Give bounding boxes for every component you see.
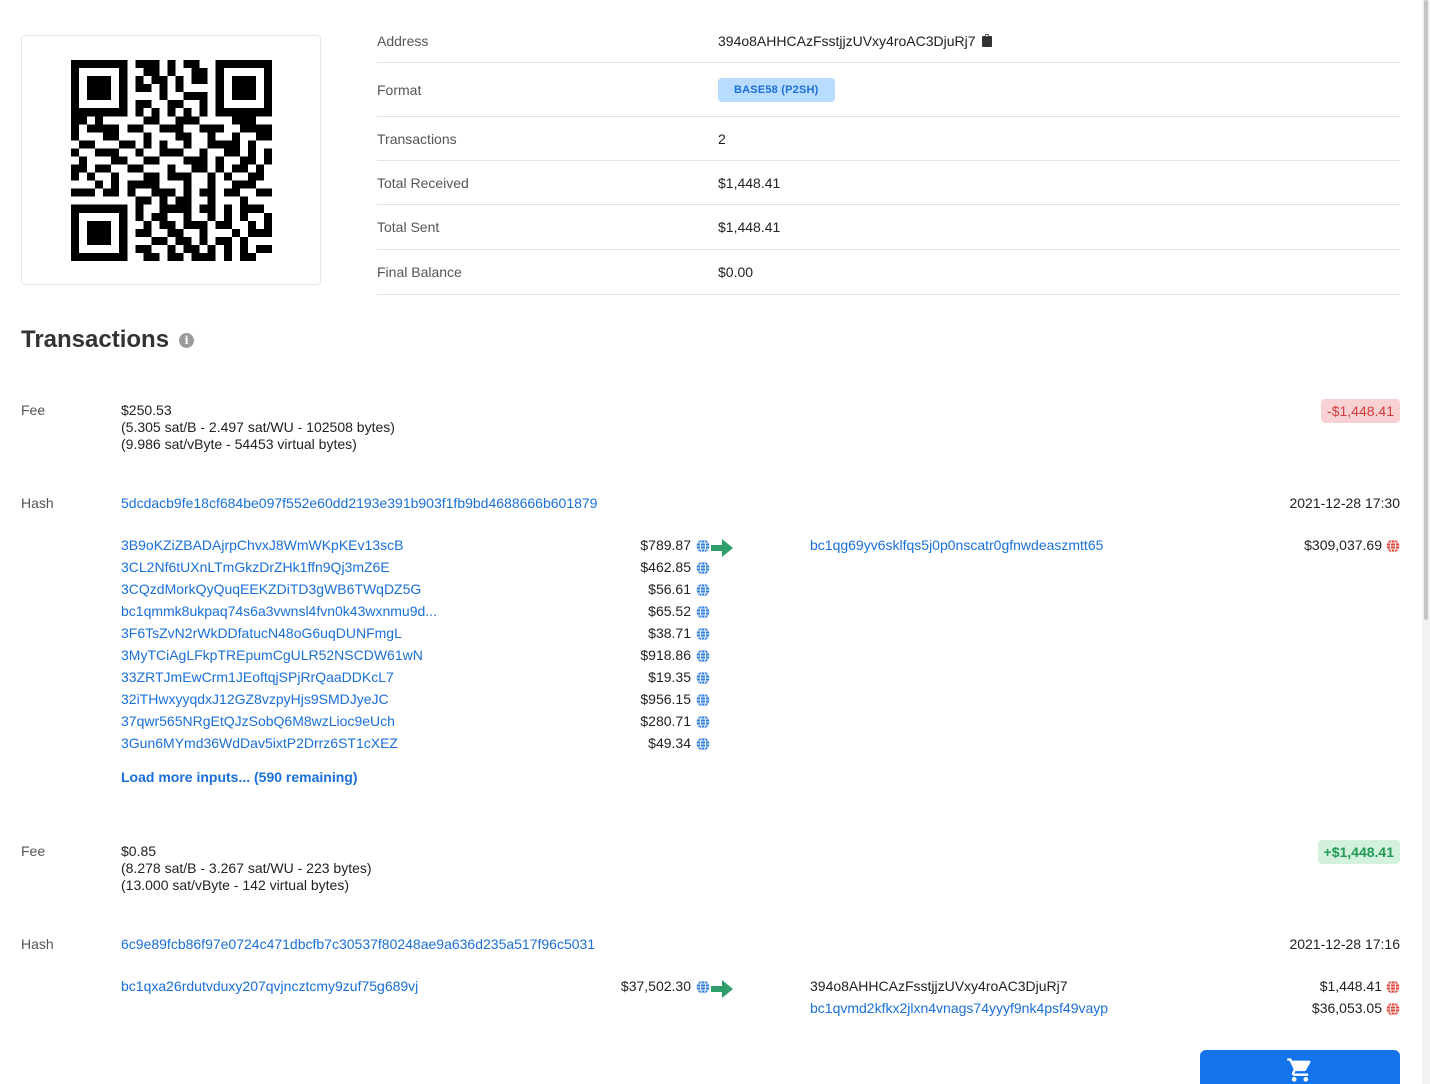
- tx1-input-address[interactable]: 3B9oKZiZBADAjrpChvxJ8WmWKpKEv13scB: [121, 537, 403, 553]
- info-icon[interactable]: i: [179, 332, 195, 348]
- tx1-input-address[interactable]: 3CL2Nf6tUXnLTmGkzDrZHk1ffn9Qj3mZ6E: [121, 559, 390, 575]
- tx1-input-amount: $789.87: [640, 537, 691, 553]
- total-sent-label: Total Sent: [377, 219, 440, 235]
- tx1-input-amount: $918.86: [640, 647, 691, 663]
- transactions-value: 2: [718, 130, 726, 147]
- tx2-output-amount-2: $36,053.05: [1311, 1000, 1382, 1016]
- tx1-input-amount: $280.71: [640, 713, 691, 729]
- load-more-inputs-link[interactable]: Load more inputs... (590 remaining): [121, 769, 357, 785]
- tx2-fee-label: Fee: [21, 843, 46, 859]
- globe-icon[interactable]: [696, 647, 710, 665]
- final-balance-row: Final Balance $0.00: [377, 250, 1400, 295]
- page-scrollbar[interactable]: [1422, 0, 1430, 1084]
- tx2-net-amount-badge: +$1,448.41: [1317, 840, 1400, 864]
- tx2-fee-detail-2: (13.000 sat/vByte - 142 virtual bytes): [121, 877, 349, 893]
- globe-icon[interactable]: [696, 537, 710, 555]
- tx1-input-address[interactable]: bc1qmmk8ukpaq74s6a3vwnsl4fvn0k43wxnmu9d.…: [121, 603, 437, 619]
- total-received-value: $1,448.41: [718, 174, 781, 191]
- tx2-output-address-1: 394o8AHHCAzFsstjjzUVxy4roAC3DjuRj7: [810, 978, 1068, 994]
- tx1-input-amount: $56.61: [648, 581, 691, 597]
- tx1-input-address[interactable]: 37qwr565NRgEtQJzSobQ6M8wzLioc9eUch: [121, 713, 395, 729]
- tx2-hash-link[interactable]: 6c9e89fcb86f97e0724c471dbcfb7c30537f8024…: [121, 936, 595, 952]
- tx2-output-amount-1: $1,448.41: [1319, 978, 1382, 994]
- address-info-table: Address 394o8AHHCAzFsstjjzUVxy4roAC3DjuR…: [377, 19, 1400, 295]
- tx1-date: 2021-12-28 17:30: [1289, 495, 1400, 511]
- tx2-hash-label: Hash: [21, 936, 54, 952]
- tx2-fee-block: $0.85 (8.278 sat/B - 3.267 sat/WU - 223 …: [121, 843, 372, 894]
- globe-icon[interactable]: [696, 978, 710, 996]
- tx1-hash-label: Hash: [21, 495, 54, 511]
- transactions-heading: Transactions i: [21, 326, 195, 354]
- format-row: Format BASE58 (P2SH): [377, 63, 1400, 117]
- qr-code-icon: [70, 59, 272, 261]
- format-label: Format: [377, 81, 422, 98]
- transactions-label: Transactions: [377, 130, 457, 147]
- arrow-right-icon: [711, 980, 733, 998]
- tx1-input-address[interactable]: 3Gun6MYmd36WdDav5ixtP2Drrz6ST1cXEZ: [121, 735, 398, 751]
- tx1-fee-detail-2: (9.986 sat/vByte - 54453 virtual bytes): [121, 436, 357, 452]
- globe-icon[interactable]: [696, 603, 710, 621]
- tx2-fee-detail-1: (8.278 sat/B - 3.267 sat/WU - 223 bytes): [121, 860, 372, 876]
- tx1-input-address[interactable]: 3MyTCiAgLFkpTREpumCgULR52NSCDW61wN: [121, 647, 423, 663]
- transactions-row: Transactions 2: [377, 117, 1400, 161]
- scrollbar-thumb[interactable]: [1424, 0, 1428, 620]
- globe-icon[interactable]: [696, 691, 710, 709]
- address-row: Address 394o8AHHCAzFsstjjzUVxy4roAC3DjuR…: [377, 19, 1400, 63]
- tx1-fee-label: Fee: [21, 402, 46, 418]
- final-balance-label: Final Balance: [377, 264, 462, 280]
- globe-icon[interactable]: [696, 559, 710, 577]
- total-sent-value: $1,448.41: [718, 219, 781, 235]
- globe-icon[interactable]: [1386, 1000, 1400, 1018]
- clipboard-icon[interactable]: [981, 34, 992, 47]
- tx1-output-amount-1: $309,037.69: [1304, 537, 1382, 553]
- globe-icon[interactable]: [1386, 978, 1400, 996]
- address-label: Address: [377, 32, 429, 49]
- tx1-fee-block: $250.53 (5.305 sat/B - 2.497 sat/WU - 10…: [121, 402, 395, 453]
- total-sent-row: Total Sent $1,448.41: [377, 205, 1400, 250]
- cart-button[interactable]: [1200, 1050, 1400, 1084]
- section-title: Transactions: [21, 326, 170, 353]
- globe-icon[interactable]: [696, 625, 710, 643]
- tx1-net-amount-wrap: -$1,448.41: [1321, 399, 1400, 423]
- tx1-input-address[interactable]: 32iTHwxyyqdxJ12GZ8vzpyHjs9SMDJyeJC: [121, 691, 389, 707]
- tx1-input-amount: $956.15: [640, 691, 691, 707]
- cart-icon: [1287, 1058, 1311, 1082]
- tx1-input-address[interactable]: 3F6TsZvN2rWkDDfatucN48oG6uqDUNFmgL: [121, 625, 402, 641]
- tx1-net-amount-badge: -$1,448.41: [1321, 399, 1400, 423]
- tx1-input-amount: $38.71: [648, 625, 691, 641]
- globe-icon[interactable]: [696, 713, 710, 731]
- arrow-right-icon: [711, 539, 733, 557]
- globe-icon[interactable]: [696, 669, 710, 687]
- total-received-label: Total Received: [377, 174, 469, 191]
- final-balance-value: $0.00: [718, 264, 754, 280]
- tx2-input-address-1[interactable]: bc1qxa26rdutvduxy207qvjncztcmy9zuf75g689…: [121, 978, 418, 994]
- tx1-input-amount: $462.85: [640, 559, 691, 575]
- tx1-input-address[interactable]: 3CQzdMorkQyQuqEEKZDiTD3gWB6TWqDZ5G: [121, 581, 421, 597]
- tx2-date: 2021-12-28 17:16: [1289, 936, 1400, 952]
- globe-icon[interactable]: [696, 581, 710, 599]
- tx2-net-amount-wrap: +$1,448.41: [1317, 840, 1400, 864]
- tx1-input-amount: $19.35: [648, 669, 691, 685]
- tx1-fee-detail-1: (5.305 sat/B - 2.497 sat/WU - 102508 byt…: [121, 419, 395, 435]
- format-badge: BASE58 (P2SH): [718, 77, 835, 102]
- total-received-row: Total Received $1,448.41: [377, 161, 1400, 205]
- globe-icon[interactable]: [1386, 537, 1400, 555]
- tx1-input-address[interactable]: 33ZRTJmEwCrm1JEoftqjSPjRrQaaDDKcL7: [121, 669, 394, 685]
- address-value[interactable]: 394o8AHHCAzFsstjjzUVxy4roAC3DjuRj7: [718, 33, 976, 49]
- qr-code-card: [21, 35, 321, 285]
- tx1-fee-amount: $250.53: [121, 402, 172, 418]
- tx2-input-amount-1: $37,502.30: [620, 978, 691, 994]
- tx1-input-amount: $49.34: [648, 735, 691, 751]
- tx1-input-amount: $65.52: [648, 603, 691, 619]
- tx1-output-address-1[interactable]: bc1qg69yv6sklfqs5j0p0nscatr0gfnwdeaszmtt…: [810, 537, 1103, 553]
- globe-icon[interactable]: [696, 735, 710, 753]
- address-value-wrap: 394o8AHHCAzFsstjjzUVxy4roAC3DjuRj7: [718, 33, 992, 49]
- tx1-hash-link[interactable]: 5dcdacb9fe18cf684be097f552e60dd2193e391b…: [121, 495, 597, 511]
- tx2-output-address-2[interactable]: bc1qvmd2kfkx2jlxn4vnags74yyyf9nk4psf49va…: [810, 1000, 1108, 1016]
- tx2-fee-amount: $0.85: [121, 843, 157, 859]
